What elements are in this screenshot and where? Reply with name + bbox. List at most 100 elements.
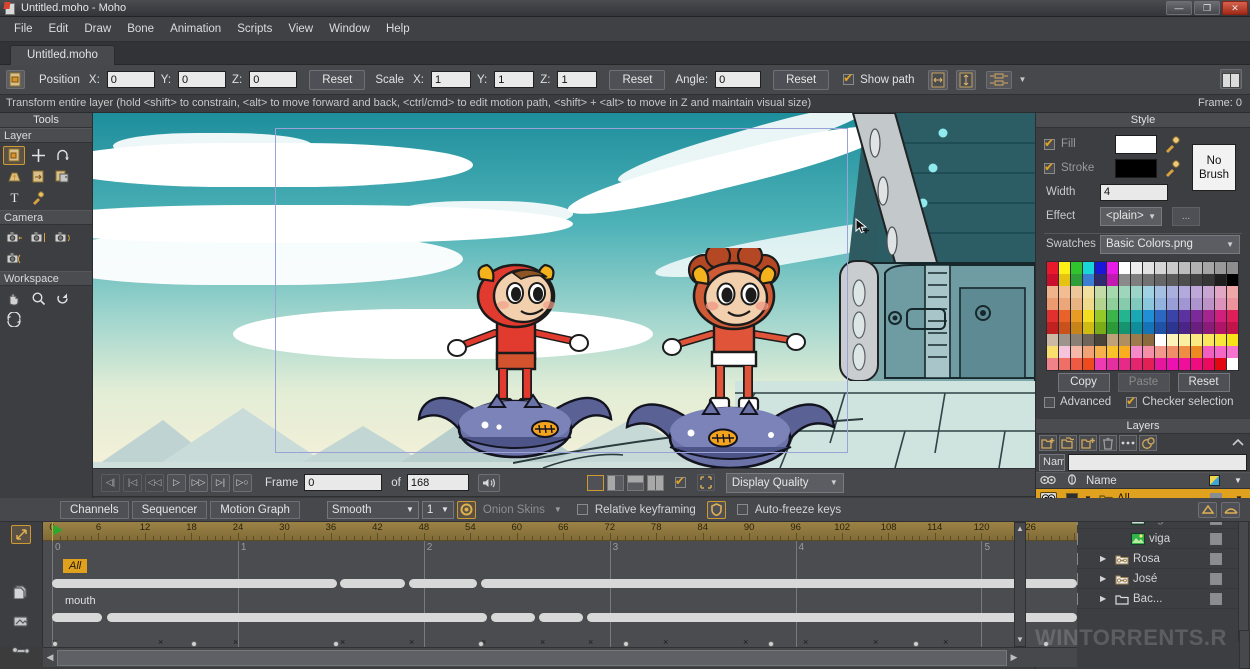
scale-x-input[interactable] — [431, 71, 471, 88]
timeline-channel-label-mouth[interactable]: mouth — [63, 594, 102, 608]
swatch-cell[interactable] — [1119, 274, 1130, 286]
keyframe-marker[interactable]: × — [943, 637, 948, 647]
zoom-workspace-icon[interactable] — [27, 289, 49, 308]
play-icon[interactable]: ▷ — [167, 474, 186, 492]
swatch-cell[interactable] — [1095, 298, 1106, 310]
rotate-workspace-icon[interactable] — [51, 289, 73, 308]
eyedropper-tool-icon[interactable] — [27, 188, 49, 207]
close-button[interactable]: ✕ — [1222, 1, 1248, 15]
swatch-cell[interactable] — [1191, 358, 1202, 370]
expand-timeline-icon[interactable] — [11, 525, 31, 544]
new-layer-icon[interactable] — [1039, 435, 1057, 451]
canvas-viewport[interactable] — [93, 113, 1035, 468]
timeline-channel-label-all[interactable]: All — [63, 559, 87, 573]
swatch-cell[interactable] — [1083, 322, 1094, 334]
swatch-cell[interactable] — [1203, 274, 1214, 286]
position-x-input[interactable] — [107, 71, 155, 88]
swatch-cell[interactable] — [1215, 298, 1226, 310]
step-back-icon[interactable]: ◁◁ — [145, 474, 164, 492]
swatch-cell[interactable] — [1143, 298, 1154, 310]
zoom-camera-icon[interactable] — [27, 228, 49, 247]
maximize-button[interactable]: ❐ — [1194, 1, 1220, 15]
swatch-cell[interactable] — [1215, 346, 1226, 358]
angle-reset-button[interactable]: Reset — [773, 70, 829, 90]
swatch-cell[interactable] — [1059, 310, 1070, 322]
keyframe-bar[interactable] — [481, 579, 1077, 588]
swatch-cell[interactable] — [1215, 334, 1226, 346]
swatch-cell[interactable] — [1047, 346, 1058, 358]
swatch-cell[interactable] — [1227, 298, 1238, 310]
swatch-cell[interactable] — [1071, 334, 1082, 346]
swatch-cell[interactable] — [1179, 286, 1190, 298]
swatch-cell[interactable] — [1107, 358, 1118, 370]
swatch-cell[interactable] — [1131, 346, 1142, 358]
swatch-cell[interactable] — [1059, 286, 1070, 298]
swatch-cell[interactable] — [1059, 322, 1070, 334]
roll-camera-icon[interactable] — [51, 228, 73, 247]
swatch-cell[interactable] — [1179, 346, 1190, 358]
layer-color-cell[interactable] — [1204, 553, 1228, 565]
swatch-cell[interactable] — [1095, 310, 1106, 322]
no-brush-button[interactable]: No Brush — [1192, 144, 1236, 191]
onion-count-select[interactable]: 1 ▼ — [422, 501, 454, 519]
width-input[interactable] — [1100, 184, 1168, 201]
swatch-cell[interactable] — [1155, 262, 1166, 274]
swatch-cell[interactable] — [1107, 310, 1118, 322]
swatch-cell[interactable] — [1227, 346, 1238, 358]
swatch-cell[interactable] — [1071, 358, 1082, 370]
effect-options-button[interactable]: ... — [1172, 207, 1200, 226]
swatch-cell[interactable] — [1179, 322, 1190, 334]
swatch-cell[interactable] — [1083, 286, 1094, 298]
camera-channel-icon[interactable] — [11, 612, 31, 630]
interpolation-select[interactable]: Smooth ▼ — [327, 501, 419, 519]
swatch-cell[interactable] — [1071, 298, 1082, 310]
layer-color-cell[interactable] — [1204, 593, 1228, 605]
keyframe-bar[interactable] — [539, 613, 583, 622]
scroll-up-icon[interactable]: ▲ — [1015, 523, 1025, 535]
swatch-cell[interactable] — [1059, 334, 1070, 346]
layer-settings-icon[interactable] — [1139, 435, 1157, 451]
swatch-cell[interactable] — [1227, 322, 1238, 334]
swatch-cell[interactable] — [1071, 310, 1082, 322]
swatch-cell[interactable] — [1167, 358, 1178, 370]
swatch-cell[interactable] — [1119, 286, 1130, 298]
swatch-cell[interactable] — [1215, 310, 1226, 322]
stroke-color-swatch[interactable] — [1115, 159, 1157, 178]
menu-item-bone[interactable]: Bone — [119, 19, 162, 39]
swatch-cell[interactable] — [1047, 334, 1058, 346]
scale-y-input[interactable] — [494, 71, 534, 88]
ease-in-icon[interactable] — [1198, 502, 1217, 518]
minimize-button[interactable]: — — [1166, 1, 1192, 15]
swatch-cell[interactable] — [1131, 322, 1142, 334]
timeline-ruler[interactable]: 0612182430364248546066727884909610210811… — [43, 522, 1077, 541]
position-z-input[interactable] — [249, 71, 297, 88]
keyframe-marker[interactable]: × — [663, 637, 668, 647]
style-reset-button[interactable]: Reset — [1178, 373, 1230, 392]
pan-workspace-icon[interactable] — [3, 289, 25, 308]
swatch-cell[interactable] — [1227, 286, 1238, 298]
swatch-cell[interactable] — [1143, 322, 1154, 334]
more-options-icon[interactable] — [1119, 435, 1137, 451]
swatch-cell[interactable] — [1143, 346, 1154, 358]
layer-filter-mode-select[interactable]: Name contai... ▼ — [1039, 454, 1065, 471]
two-pane-view-icon[interactable] — [607, 475, 624, 491]
swatch-cell[interactable] — [1167, 298, 1178, 310]
swatch-cell[interactable] — [1143, 310, 1154, 322]
swatch-cell[interactable] — [1143, 334, 1154, 346]
keyframe-marker[interactable]: × — [588, 637, 593, 647]
menu-item-help[interactable]: Help — [378, 19, 418, 39]
keyframe-marker[interactable]: × — [233, 637, 238, 647]
effect-select[interactable]: <plain> ▼ — [1100, 207, 1162, 226]
crop-view-icon[interactable] — [697, 474, 715, 491]
swatch-cell[interactable] — [1155, 286, 1166, 298]
swatch-cell[interactable] — [1047, 286, 1058, 298]
paste-button[interactable]: Paste — [1118, 373, 1170, 392]
layers-scrollbar[interactable]: ▲ — [1238, 507, 1249, 642]
transform-layer-icon[interactable] — [3, 146, 25, 165]
frame-input[interactable] — [304, 474, 382, 491]
column-menu-icon[interactable]: ▼ — [1226, 476, 1250, 485]
hscroll-thumb[interactable] — [57, 650, 1007, 666]
swatch-cell[interactable] — [1059, 262, 1070, 274]
keyframe-marker[interactable]: × — [873, 637, 878, 647]
swatch-cell[interactable] — [1059, 274, 1070, 286]
